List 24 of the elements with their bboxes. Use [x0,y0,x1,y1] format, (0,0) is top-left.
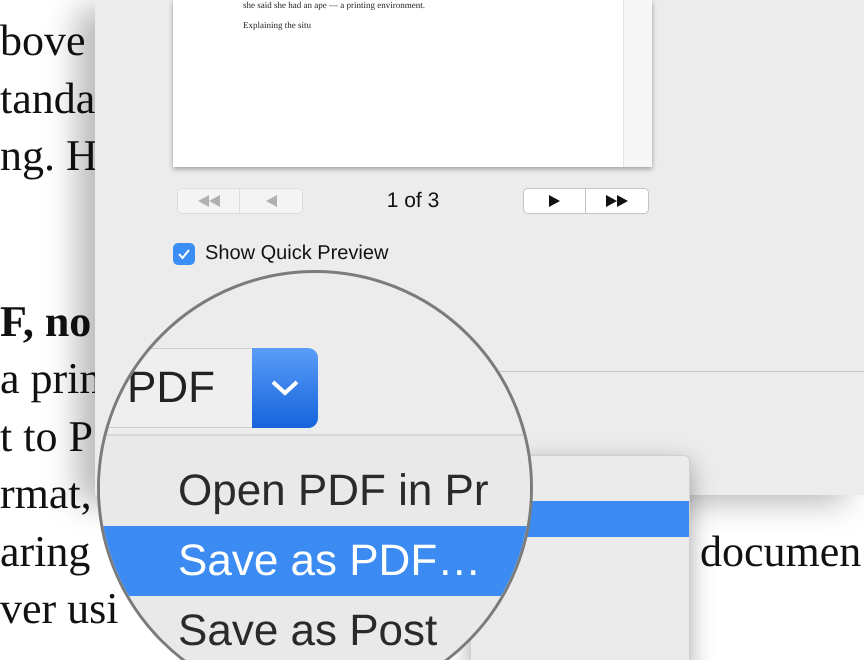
checkbox[interactable] [173,242,195,264]
document-text: t to P [0,410,93,462]
document-text: bove [0,15,86,66]
page-counter: 1 of 3 [386,189,440,213]
document-text: rmat, [0,468,92,520]
menu-item[interactable]: Open PDF in Pr [100,456,530,526]
previous-page-icon [266,195,276,207]
preview-text: she said she had an ape — a printing environment. [243,0,425,10]
next-page-icon [548,195,560,207]
document-heading: F, no [0,296,92,347]
chevron-down-icon [270,379,300,397]
next-page-button[interactable] [522,188,586,214]
preview-text: Explaining the situ [243,20,311,30]
first-page-icon [198,195,220,207]
last-page-icon [606,195,628,207]
checkbox-label: Show Quick Preview [205,242,388,265]
last-page-button[interactable] [586,188,649,214]
checkmark-icon [177,248,191,260]
document-text: ng. H [0,130,98,182]
popup-arrow-button[interactable] [252,348,318,428]
document-text: aring [0,526,90,577]
document-text: tanda [0,72,96,124]
document-text: documen [700,526,862,577]
scrollbar[interactable] [623,0,652,167]
